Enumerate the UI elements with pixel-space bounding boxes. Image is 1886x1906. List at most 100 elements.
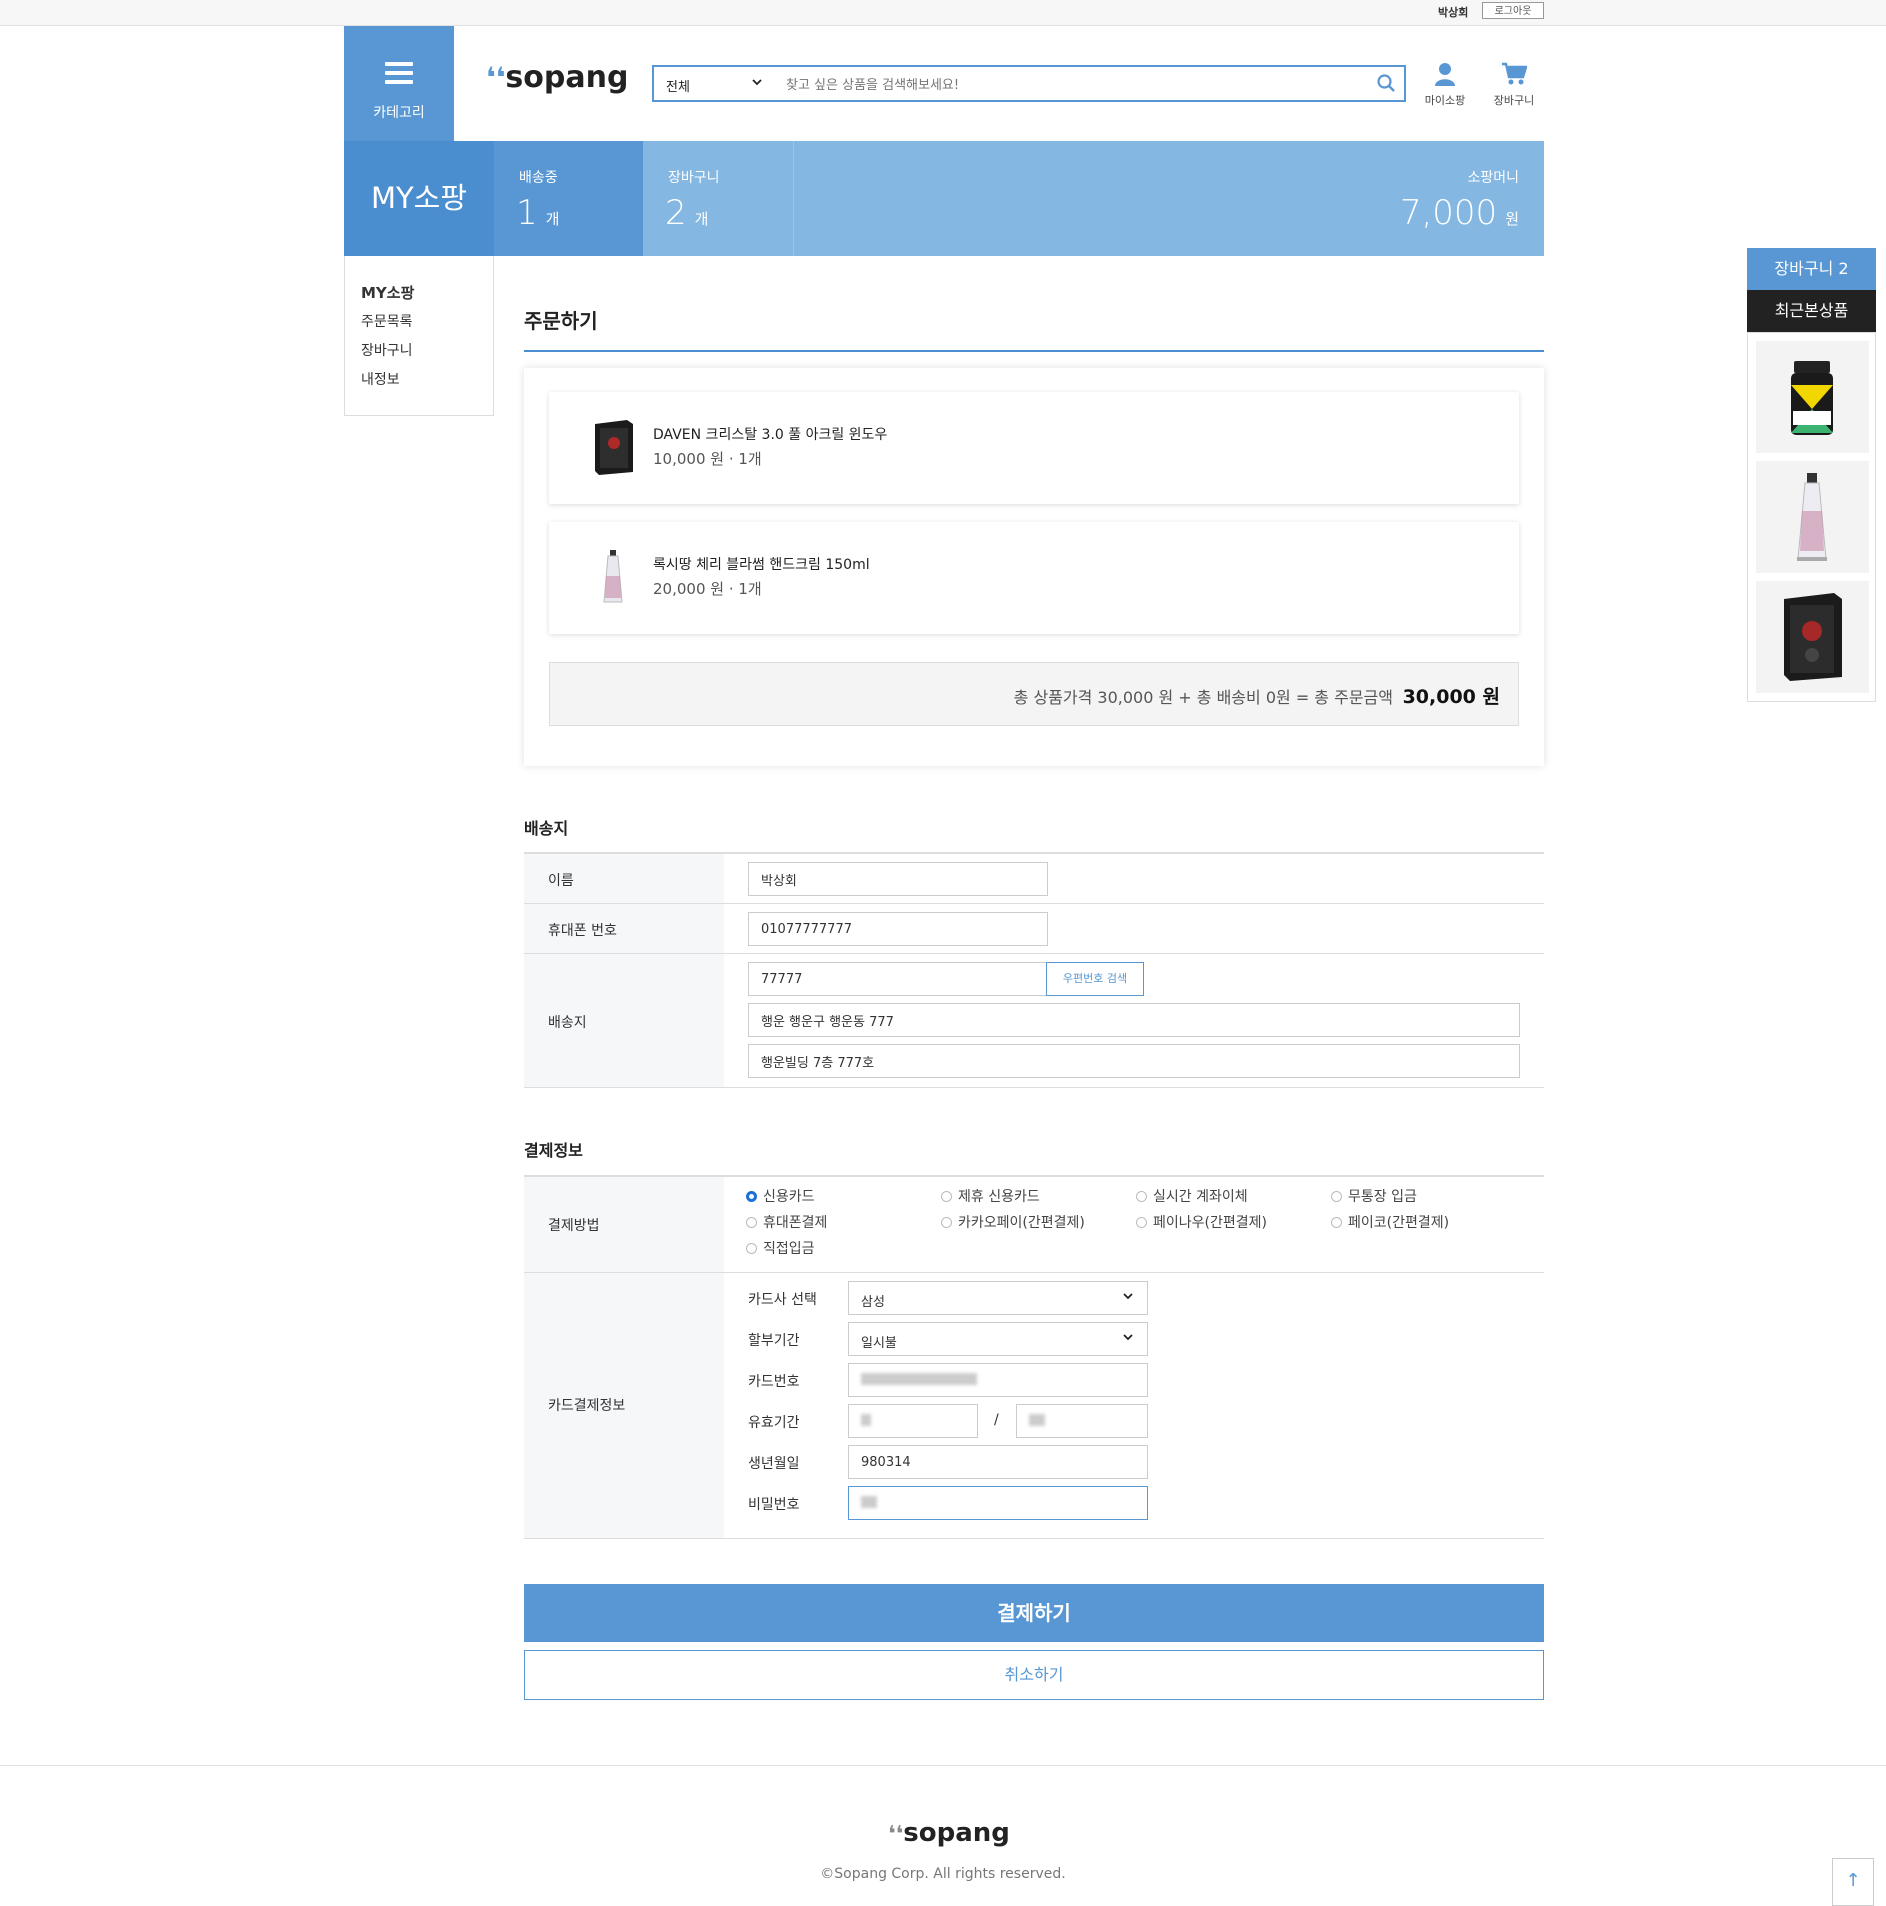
expiry-month-field[interactable] (848, 1404, 978, 1438)
logo[interactable]: ❛❛sopang (486, 60, 628, 95)
card-company-select[interactable]: 삼성 (848, 1281, 1148, 1315)
card-number-field[interactable] (848, 1363, 1148, 1397)
cart-icon (1502, 62, 1527, 85)
money-summary: 소팡머니 7,000 원 (793, 141, 1544, 256)
chevron-down-icon (1121, 1330, 1135, 1348)
expiry-year-field[interactable] (1016, 1404, 1148, 1438)
footer-divider (0, 1765, 1886, 1766)
order-item[interactable]: DAVEN 크리스탈 3.0 풀 아크릴 윈도우 10,000 원 · 1개 (549, 392, 1519, 504)
money-value: 7,000 원 (1399, 193, 1519, 233)
money-label: 소팡머니 (1467, 170, 1519, 186)
category-label: 카테고리 (373, 105, 425, 121)
radio-payco[interactable]: 페이코(간편결제) (1331, 1212, 1449, 1232)
name-field[interactable] (748, 862, 1048, 896)
cart-label: 장바구니 (1493, 94, 1535, 107)
order-total-box: 총 상품가격 30,000 원 + 총 배송비 0원 = 총 주문금액 30,0… (549, 662, 1519, 726)
phone-field[interactable] (748, 912, 1048, 946)
pc-case-thumbnail (583, 418, 643, 478)
logout-button[interactable]: 로그아웃 (1482, 2, 1544, 19)
redacted-card-number (861, 1373, 977, 1385)
radio-phone-payment[interactable]: 휴대폰결제 (746, 1212, 827, 1232)
search-input[interactable] (784, 74, 1348, 96)
zipcode-field[interactable] (748, 962, 1048, 996)
recent-product-handcream[interactable] (1756, 461, 1869, 573)
zipcode-search-button[interactable]: 우편번호 검색 (1046, 962, 1144, 996)
recent-product-pc-case[interactable] (1756, 581, 1869, 693)
user-icon (1435, 63, 1455, 86)
shipping-summary[interactable]: 배송중 1개 (494, 141, 643, 256)
redacted-password (861, 1496, 877, 1508)
phone-label: 휴대폰 번호 (548, 923, 617, 939)
hand-cream-tube-image (1797, 473, 1827, 561)
hand-cream-thumbnail (583, 548, 643, 608)
recent-products-title: 최근본상품 (1747, 290, 1876, 332)
pay-button[interactable]: 결제하기 (524, 1584, 1544, 1642)
redacted-expiry-year (1029, 1414, 1045, 1426)
radio-paynow[interactable]: 페이나우(간편결제) (1136, 1212, 1267, 1232)
radio-bank-transfer[interactable]: 실시간 계좌이체 (1136, 1186, 1248, 1206)
birth-field[interactable]: 980314 (848, 1445, 1148, 1479)
radio-partner-card[interactable]: 제휴 신용카드 (941, 1186, 1040, 1206)
item-price: 20,000 원 · 1개 (653, 580, 762, 598)
cancel-button[interactable]: 취소하기 (524, 1650, 1544, 1700)
scroll-to-top-button[interactable]: ↑ (1832, 1858, 1874, 1906)
password-field[interactable] (848, 1486, 1148, 1520)
top-bar (0, 0, 1886, 26)
chevron-down-icon (1121, 1289, 1135, 1307)
quote-mark-icon: ❛❛ (486, 61, 506, 94)
phone-row: 휴대폰 번호 (524, 904, 1544, 954)
quote-mark-icon: ❛❛ (888, 1822, 904, 1847)
payment-method-label: 결제방법 (548, 1218, 600, 1234)
menu-icon (385, 62, 413, 84)
item-name: 록시땅 체리 블라썸 핸드크림 150ml (653, 557, 870, 573)
installment-label: 할부기간 (748, 1333, 800, 1349)
payment-form: 결제방법 신용카드 제휴 신용카드 실시간 계좌이체 무통장 입금 휴대폰결제 … (524, 1175, 1544, 1539)
radio-direct-deposit[interactable]: 직접입금 (746, 1238, 815, 1258)
category-button[interactable]: 카테고리 (344, 26, 454, 141)
cart-link[interactable]: 장바구니 (1484, 62, 1544, 108)
mysopang-link[interactable]: 마이소팡 (1415, 62, 1475, 108)
page-title: 주문하기 (524, 309, 598, 333)
top-user-name: 박상회 (1438, 6, 1469, 19)
redacted-expiry-month (861, 1414, 871, 1426)
side-nav: MY소팡 주문목록 장바구니 내정보 (344, 256, 494, 416)
birth-label: 생년월일 (748, 1456, 800, 1472)
shipping-label: 배송중 (519, 170, 558, 186)
logo-text: sopang (505, 60, 629, 95)
recent-products-list (1747, 332, 1876, 702)
search-bar: 전체 (652, 65, 1406, 102)
total-description: 총 상품가격 30,000 원 + 총 배송비 0원 = 총 주문금액 (1013, 688, 1393, 707)
mysopang-label: 마이소팡 (1424, 94, 1466, 107)
order-item[interactable]: 록시땅 체리 블라썸 핸드크림 150ml 20,000 원 · 1개 (549, 522, 1519, 634)
copyright-text: ©Sopang Corp. All rights reserved. (820, 1866, 1066, 1882)
installment-select[interactable]: 일시불 (848, 1322, 1148, 1356)
title-divider (524, 350, 1544, 352)
chevron-down-icon[interactable] (750, 75, 764, 92)
floating-cart-button[interactable]: 장바구니 2 (1747, 248, 1876, 290)
search-icon[interactable] (1376, 73, 1396, 93)
supplement-bottle-image (1791, 361, 1833, 435)
radio-kakaopay[interactable]: 카카오페이(간편결제) (941, 1212, 1085, 1232)
cart-summary[interactable]: 장바구니 2개 (643, 141, 793, 256)
recent-product-supplement[interactable] (1756, 341, 1869, 453)
footer-logo: ❛❛sopang (888, 1818, 1010, 1848)
total-amount: 30,000 원 (1402, 686, 1500, 708)
pc-case-image (1784, 593, 1842, 681)
radio-deposit[interactable]: 무통장 입금 (1331, 1186, 1417, 1206)
side-nav-title[interactable]: MY소팡 (361, 282, 414, 303)
radio-credit-card[interactable]: 신용카드 (746, 1186, 815, 1206)
cart-summary-label: 장바구니 (668, 170, 720, 186)
mysopang-title: MY소팡 (344, 141, 494, 256)
card-info-row: 카드결제정보 카드사 선택 삼성 할부기간 일시불 카드번호 유효기간 / 생년… (524, 1273, 1544, 1539)
address1-field[interactable] (748, 1003, 1520, 1037)
item-name: DAVEN 크리스탈 3.0 풀 아크릴 윈도우 (653, 427, 888, 443)
side-nav-item-myinfo[interactable]: 내정보 (361, 369, 400, 389)
side-nav-item-orders[interactable]: 주문목록 (361, 311, 413, 331)
address2-field[interactable] (748, 1044, 1520, 1078)
search-category-select[interactable]: 전체 (666, 76, 690, 95)
delivery-section-title: 배송지 (524, 819, 569, 838)
item-price: 10,000 원 · 1개 (653, 450, 762, 468)
payment-method-row: 결제방법 신용카드 제휴 신용카드 실시간 계좌이체 무통장 입금 휴대폰결제 … (524, 1177, 1544, 1273)
side-nav-item-cart[interactable]: 장바구니 (361, 340, 413, 360)
name-label: 이름 (548, 873, 574, 889)
